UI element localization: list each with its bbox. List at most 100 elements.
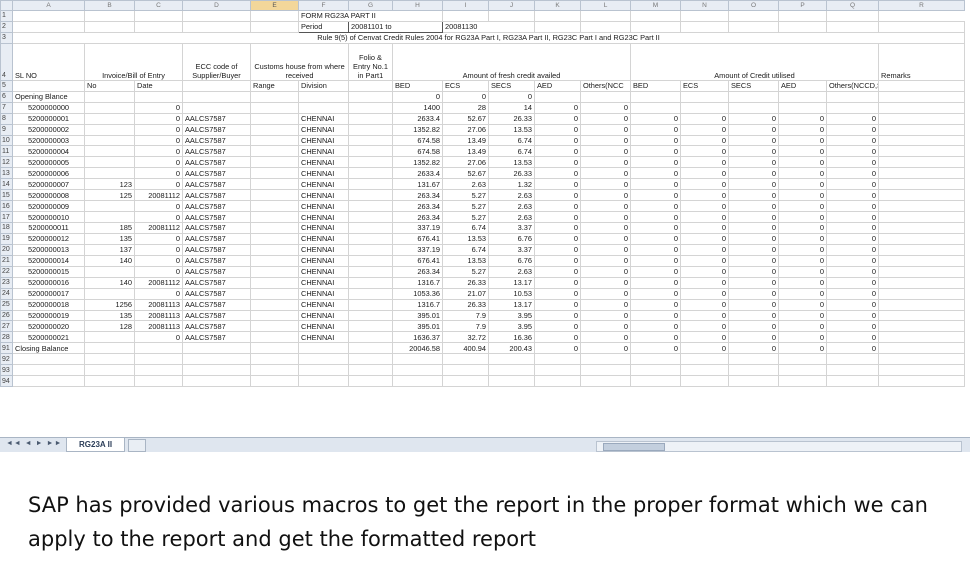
cell[interactable] — [878, 211, 965, 223]
column-header-C[interactable]: C — [134, 0, 183, 11]
cell[interactable]: 395.01 — [392, 309, 443, 322]
row-header[interactable]: 3 — [0, 31, 13, 44]
cell[interactable]: 0 — [580, 243, 631, 256]
subheader-cell[interactable]: BED — [630, 79, 681, 92]
cell[interactable]: 0 — [728, 123, 779, 136]
cell[interactable] — [878, 112, 965, 125]
cell[interactable]: 5200000005 — [12, 156, 85, 169]
cell[interactable] — [250, 20, 299, 33]
subheader-cell[interactable]: No — [84, 79, 135, 92]
cell[interactable] — [878, 364, 965, 377]
cell[interactable] — [442, 353, 489, 366]
cell[interactable] — [182, 101, 251, 114]
cell[interactable] — [134, 90, 183, 103]
cell[interactable]: 5.27 — [442, 211, 489, 223]
cell[interactable]: 5200000008 — [12, 189, 85, 202]
cell[interactable] — [778, 20, 827, 33]
cell[interactable]: 0 — [680, 254, 729, 267]
subheader-cell[interactable]: SECS — [488, 79, 535, 92]
cell[interactable]: 1352.82 — [392, 123, 443, 136]
cell[interactable]: 0 — [826, 211, 879, 223]
cell[interactable] — [84, 20, 135, 33]
cell[interactable]: 1053.36 — [392, 287, 443, 300]
row-header[interactable]: 92 — [0, 353, 13, 366]
cell[interactable]: CHENNAI — [298, 167, 349, 180]
cell[interactable]: 0 — [778, 156, 827, 169]
cell[interactable] — [728, 20, 779, 33]
cell[interactable]: 5200000010 — [12, 211, 85, 223]
cell[interactable]: 0 — [580, 265, 631, 278]
cell[interactable] — [348, 134, 393, 147]
cell[interactable] — [348, 167, 393, 180]
cell[interactable]: 0 — [778, 309, 827, 322]
cell[interactable]: CHENNAI — [298, 276, 349, 289]
cell[interactable]: CHENNAI — [298, 200, 349, 213]
cell[interactable] — [534, 375, 581, 388]
cell[interactable]: 0 — [826, 243, 879, 256]
cell[interactable]: 0 — [630, 309, 681, 322]
cell[interactable]: 0 — [134, 232, 183, 245]
column-header-K[interactable]: K — [534, 0, 581, 11]
cell[interactable]: 5.27 — [442, 189, 489, 202]
cell[interactable]: 0 — [680, 156, 729, 169]
cell[interactable] — [250, 320, 299, 333]
cell[interactable]: 1256 — [84, 298, 135, 311]
row-header[interactable]: 93 — [0, 364, 13, 377]
cell[interactable]: 0 — [580, 287, 631, 300]
cell[interactable] — [778, 10, 827, 22]
cell[interactable]: 52.67 — [442, 112, 489, 125]
row-header[interactable]: 28 — [0, 331, 13, 344]
cell[interactable]: 0 — [826, 342, 879, 355]
cell[interactable] — [250, 178, 299, 191]
subheader-cell[interactable] — [348, 79, 393, 92]
column-header-B[interactable]: B — [84, 0, 135, 11]
cell[interactable] — [680, 20, 729, 33]
cell[interactable]: 0 — [630, 331, 681, 344]
scrollbar-thumb[interactable] — [603, 443, 665, 451]
cell[interactable] — [580, 10, 631, 22]
cell[interactable]: 0 — [534, 254, 581, 267]
cell[interactable] — [134, 10, 183, 22]
cell[interactable]: 0 — [534, 331, 581, 344]
cell[interactable] — [250, 265, 299, 278]
cell[interactable]: 0 — [580, 298, 631, 311]
cell[interactable]: 0 — [826, 145, 879, 158]
subheader-cell[interactable]: ECS — [680, 79, 729, 92]
cell[interactable]: 7.9 — [442, 309, 489, 322]
cell[interactable] — [878, 331, 965, 344]
cell[interactable]: 6.74 — [442, 222, 489, 234]
cell[interactable]: 674.58 — [392, 134, 443, 147]
cell[interactable]: 0 — [630, 320, 681, 333]
cell[interactable] — [250, 167, 299, 180]
cell[interactable]: 2.63 — [442, 178, 489, 191]
cell[interactable] — [878, 298, 965, 311]
cell[interactable]: 0 — [728, 222, 779, 234]
cell[interactable] — [250, 298, 299, 311]
cell[interactable]: CHENNAI — [298, 211, 349, 223]
cell[interactable] — [12, 20, 85, 33]
cell[interactable]: 0 — [728, 265, 779, 278]
cell[interactable] — [84, 134, 135, 147]
cell[interactable]: 0 — [580, 331, 631, 344]
cell[interactable] — [728, 10, 779, 22]
cell[interactable]: 0 — [580, 200, 631, 213]
cell[interactable] — [878, 375, 965, 388]
cell[interactable]: 0 — [778, 222, 827, 234]
row-header[interactable]: 19 — [0, 232, 13, 245]
cell[interactable]: AALCS7587 — [182, 123, 251, 136]
cell[interactable] — [534, 353, 581, 366]
row-header[interactable]: 6 — [0, 90, 13, 103]
header-ecc[interactable]: ECC code of Supplier/Buyer — [182, 42, 251, 81]
cell[interactable] — [348, 189, 393, 202]
cell[interactable]: 0 — [680, 222, 729, 234]
cell[interactable]: 674.58 — [392, 145, 443, 158]
cell[interactable] — [826, 375, 879, 388]
cell[interactable]: 263.34 — [392, 189, 443, 202]
cell[interactable] — [12, 353, 85, 366]
cell[interactable]: 0 — [778, 112, 827, 125]
cell[interactable]: AALCS7587 — [182, 156, 251, 169]
cell[interactable]: 0 — [680, 211, 729, 223]
cell[interactable]: 0 — [728, 211, 779, 223]
cell[interactable]: 2633.4 — [392, 112, 443, 125]
cell[interactable] — [630, 90, 681, 103]
